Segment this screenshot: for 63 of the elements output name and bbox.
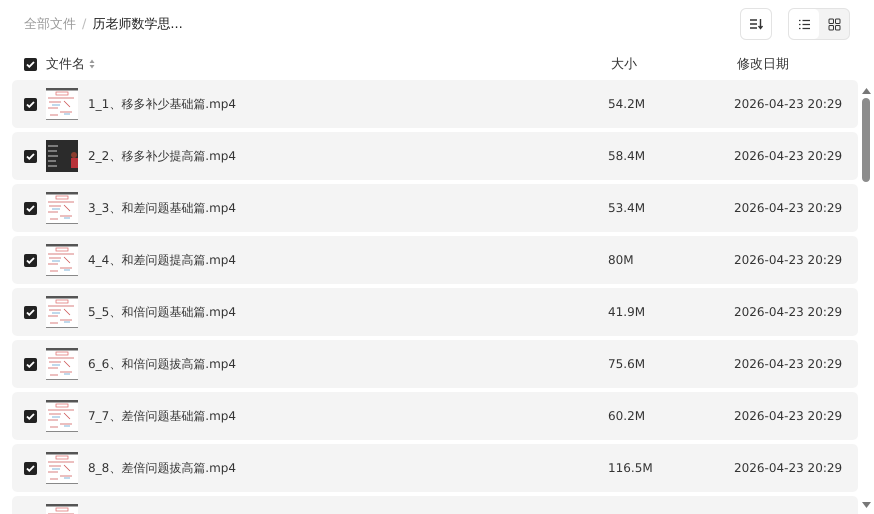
file-size: 80M xyxy=(608,253,635,267)
row-checkbox[interactable] xyxy=(24,150,37,162)
file-name[interactable]: 7_7、差倍问题基础篇.mp4 xyxy=(88,408,608,424)
video-thumbnail xyxy=(46,140,78,172)
file-row[interactable]: 6_6、和倍问题拔高篇.mp4 75.6M 2026-04-23 20:29 xyxy=(12,340,858,388)
file-size: 53.4M xyxy=(608,201,646,215)
file-name[interactable]: 5_5、和倍问题基础篇.mp4 xyxy=(88,304,608,320)
sort-icon xyxy=(749,18,763,30)
breadcrumb-separator: / xyxy=(82,16,86,32)
row-checkbox[interactable] xyxy=(24,410,37,422)
row-checkbox[interactable] xyxy=(24,202,37,214)
file-size: 75.6M xyxy=(608,357,646,371)
select-all-checkbox[interactable] xyxy=(24,58,37,70)
list-icon xyxy=(798,18,810,30)
file-name[interactable]: 6_6、和倍问题拔高篇.mp4 xyxy=(88,356,608,372)
file-name[interactable]: 1_1、移多补少基础篇.mp4 xyxy=(88,96,608,112)
modified-date: 2026-04-23 20:29 xyxy=(734,357,842,371)
modified-date: 2026-04-23 20:29 xyxy=(734,253,842,267)
video-thumbnail xyxy=(46,348,78,380)
modified-date: 2026-04-23 20:29 xyxy=(734,461,842,475)
file-size: 54.2M xyxy=(608,97,646,111)
file-row[interactable]: 7_7、差倍问题基础篇.mp4 60.2M 2026-04-23 20:29 xyxy=(12,392,858,440)
file-row[interactable]: 8_8、差倍问题拔高篇.mp4 116.5M 2026-04-23 20:29 xyxy=(12,444,858,492)
video-thumbnail xyxy=(46,88,78,120)
file-name[interactable]: 8_8、差倍问题拔高篇.mp4 xyxy=(88,460,608,476)
file-name[interactable]: 3_3、和差问题基础篇.mp4 xyxy=(88,200,608,216)
row-checkbox[interactable] xyxy=(24,254,37,266)
modified-date: 2026-04-23 20:29 xyxy=(734,149,842,163)
row-checkbox[interactable] xyxy=(24,306,37,318)
file-size: 116.5M xyxy=(608,461,654,475)
file-row[interactable]: 3_3、和差问题基础篇.mp4 53.4M 2026-04-23 20:29 xyxy=(12,184,858,232)
modified-date: 2026-04-23 20:29 xyxy=(734,409,842,423)
modified-date: 2026-04-23 20:29 xyxy=(734,97,842,111)
file-size: 58.4M xyxy=(608,149,646,163)
list-view-button[interactable] xyxy=(789,9,819,39)
sort-arrows-icon[interactable] xyxy=(89,59,95,69)
scrollbar-thumb[interactable] xyxy=(862,98,870,182)
row-checkbox[interactable] xyxy=(24,98,37,110)
sort-button[interactable] xyxy=(740,8,772,40)
file-row[interactable]: 4_4、和差问题提高篇.mp4 80M 2026-04-23 20:29 xyxy=(12,236,858,284)
row-checkbox[interactable] xyxy=(24,462,37,474)
breadcrumb-item: 历老师数学思... xyxy=(92,16,183,33)
video-thumbnail xyxy=(46,192,78,224)
file-row[interactable]: 5_5、和倍问题基础篇.mp4 41.9M 2026-04-23 20:29 xyxy=(12,288,858,336)
scroll-down-icon[interactable] xyxy=(862,502,870,508)
file-size: 41.9M xyxy=(608,305,646,319)
file-row[interactable]: 1_1、移多补少基础篇.mp4 54.2M 2026-04-23 20:29 xyxy=(12,80,858,128)
row-checkbox[interactable] xyxy=(24,358,37,370)
column-header[interactable]: 修改日期 xyxy=(737,55,789,73)
file-name[interactable]: 4_4、和差问题提高篇.mp4 xyxy=(88,252,608,268)
video-thumbnail xyxy=(46,400,78,432)
modified-date: 2026-04-23 20:29 xyxy=(734,305,842,319)
video-thumbnail xyxy=(46,244,78,276)
column-header[interactable]: 大小 xyxy=(611,55,737,73)
file-size: 60.2M xyxy=(608,409,646,423)
file-name[interactable]: 2_2、移多补少提高篇.mp4 xyxy=(88,148,608,164)
video-thumbnail xyxy=(46,296,78,328)
grid-icon xyxy=(828,18,840,30)
modified-date: 2026-04-23 20:29 xyxy=(734,201,842,215)
video-thumbnail xyxy=(46,452,78,484)
scroll-up-icon[interactable] xyxy=(862,88,870,94)
file-row[interactable]: 2_2、移多补少提高篇.mp4 58.4M 2026-04-23 20:29 xyxy=(12,132,858,180)
column-header[interactable]: 文件名 xyxy=(46,55,85,73)
